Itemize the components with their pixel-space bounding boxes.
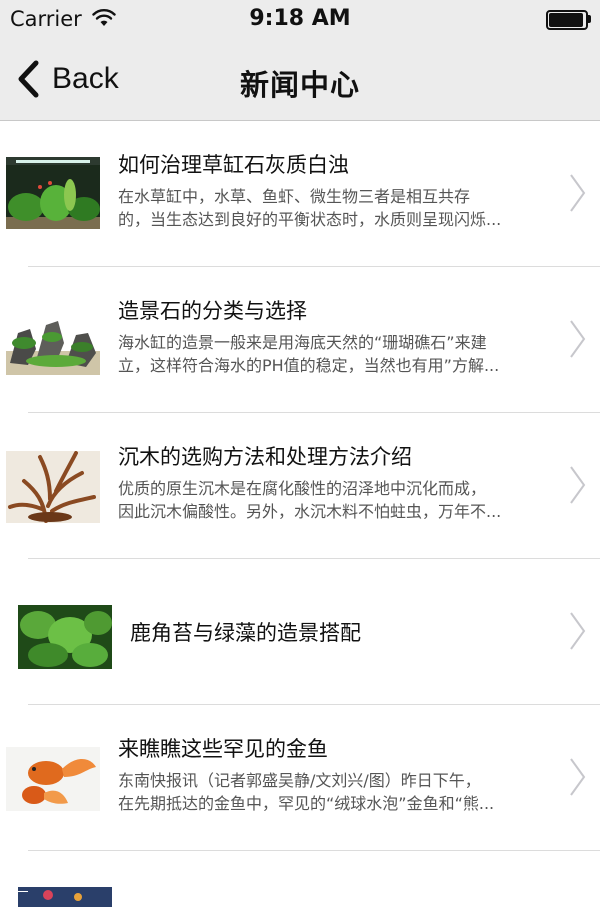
aquascape-rocks-thumbnail: [6, 303, 100, 375]
list-item[interactable]: 来瞧瞧这些罕见的金鱼 东南快报讯（记者郭盛吴静/文刘兴/图）昨日下午， 在先期抵…: [0, 705, 600, 851]
news-list: 如何治理草缸石灰质白浊 在水草缸中，水草、鱼虾、微生物三者是相互共存 的，当生态…: [0, 121, 600, 907]
navigation-bar: Back 新闻中心: [0, 40, 600, 121]
chevron-right-icon: [570, 174, 586, 212]
clock: 9:18 AM: [249, 6, 351, 31]
aquarium-thumbnail: [18, 887, 112, 907]
chevron-right-icon: [570, 320, 586, 358]
news-title: 鹿角苔与绿藻的造景搭配: [130, 621, 361, 645]
news-title: 造景石的分类与选择: [118, 299, 307, 323]
chevron-right-icon: [570, 466, 586, 504]
driftwood-thumbnail: [6, 451, 100, 523]
chevron-right-icon: [570, 612, 586, 650]
riccia-moss-thumbnail: [18, 601, 112, 673]
list-item[interactable]: 沉木的选购方法和处理方法介绍 优质的原生沉木是在腐化酸性的沼泽地中沉化而成， 因…: [0, 413, 600, 559]
news-summary: 东南快报讯（记者郭盛吴静/文刘兴/图）昨日下午， 在先期抵达的金鱼中，罕见的“绒…: [118, 771, 495, 813]
chevron-right-icon: [570, 758, 586, 796]
list-item[interactable]: 鹿角苔与绿藻的造景搭配: [0, 559, 600, 705]
news-title: 如何治理草缸石灰质白浊: [118, 153, 349, 177]
list-item[interactable]: 造景石的分类与选择 海水缸的造景一般来是用海底天然的“珊瑚礁石”来建 立，这样符…: [0, 267, 600, 413]
goldfish-thumbnail: [6, 747, 100, 819]
page-title: 新闻中心: [239, 68, 360, 102]
status-bar: Carrier 9:18 AM: [0, 0, 600, 40]
news-summary: 优质的原生沉木是在腐化酸性的沼泽地中沉化而成， 因此沉木偏酸性。另外，水沉木料不…: [118, 479, 502, 521]
news-title: 来瞧瞧这些罕见的金鱼: [118, 737, 328, 761]
news-summary: 海水缸的造景一般来是用海底天然的“珊瑚礁石”来建 立，这样符合海水的PH值的稳定…: [118, 333, 500, 375]
battery-icon: [546, 10, 591, 30]
news-title: 沉木的选购方法和处理方法介绍: [118, 445, 412, 469]
list-item[interactable]: 如何治理草缸石灰质白浊 在水草缸中，水草、鱼虾、微生物三者是相互共存 的，当生态…: [0, 121, 600, 267]
list-item[interactable]: [0, 851, 600, 907]
news-summary: 在水草缸中，水草、鱼虾、微生物三者是相互共存 的，当生态达到良好的平衡状态时，水…: [118, 187, 502, 229]
planted-aquarium-thumbnail: [6, 157, 100, 229]
